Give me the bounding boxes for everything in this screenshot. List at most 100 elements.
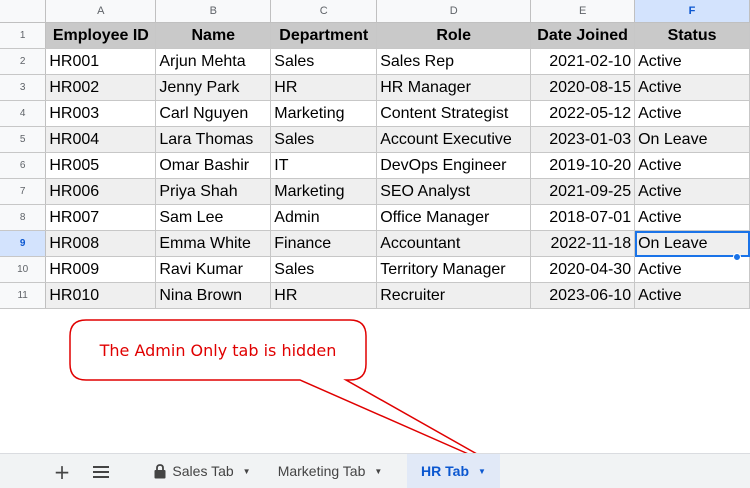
cell-status[interactable]: Active [634,100,750,127]
cell-name[interactable]: Lara Thomas [155,126,272,153]
cell-status[interactable]: On Leave [634,126,750,153]
tab-sales[interactable]: Sales Tab ▼ [139,454,266,488]
row-number[interactable]: 7 [0,178,47,205]
header-cell-employee-id[interactable]: Employee ID [45,22,157,49]
cell-status[interactable]: Active [634,178,750,205]
column-header-a[interactable]: A [45,0,157,23]
cell-department[interactable]: Finance [270,230,378,257]
cell-department[interactable]: IT [270,152,378,179]
cell-name[interactable]: Priya Shah [155,178,272,205]
cell-role[interactable]: DevOps Engineer [376,152,532,179]
cell-date-joined[interactable]: 2020-08-15 [530,74,636,101]
cell-name[interactable]: Nina Brown [155,282,272,309]
row-number[interactable]: 8 [0,204,47,231]
column-header-e[interactable]: E [530,0,636,23]
header-cell-role[interactable]: Role [376,22,532,49]
all-sheets-button[interactable] [89,460,113,484]
cell-department[interactable]: Sales [270,48,378,75]
cell-employee-id[interactable]: HR005 [45,152,157,179]
cell-role[interactable]: Territory Manager [376,256,532,283]
row-number[interactable]: 1 [0,22,47,49]
cell-name[interactable]: Jenny Park [155,74,272,101]
row-number[interactable]: 3 [0,74,47,101]
caret-down-icon[interactable]: ▼ [243,467,251,476]
cell-name[interactable]: Sam Lee [155,204,272,231]
row-number[interactable]: 9 [0,230,47,257]
cell-role[interactable]: Account Executive [376,126,532,153]
column-header-row: A B C D E F [0,0,750,23]
header-row: 1 Employee ID Name Department Role Date … [0,22,750,49]
cell-status[interactable]: Active [634,48,750,75]
cell-date-joined[interactable]: 2020-04-30 [530,256,636,283]
cell-department[interactable]: HR [270,74,378,101]
cell-role[interactable]: Content Strategist [376,100,532,127]
header-cell-department[interactable]: Department [270,22,378,49]
cell-role[interactable]: Accountant [376,230,532,257]
tab-hr[interactable]: HR Tab ▼ [407,454,500,488]
cell-role[interactable]: HR Manager [376,74,532,101]
cell-role[interactable]: Sales Rep [376,48,532,75]
cell-department[interactable]: Admin [270,204,378,231]
row-number[interactable]: 11 [0,282,47,309]
column-header-d[interactable]: D [376,0,532,23]
cell-department[interactable]: Sales [270,126,378,153]
cell-employee-id[interactable]: HR008 [45,230,157,257]
cell-employee-id[interactable]: HR001 [45,48,157,75]
table-row: 4 HR003 Carl Nguyen Marketing Content Strate… [0,100,750,127]
fill-handle[interactable] [733,253,741,261]
column-header-c[interactable]: C [270,0,378,23]
row-number[interactable]: 5 [0,126,47,153]
column-header-f[interactable]: F [634,0,750,23]
row-number[interactable]: 4 [0,100,47,127]
cell-status[interactable]: Active [634,282,750,309]
row-number[interactable]: 6 [0,152,47,179]
cell-date-joined[interactable]: 2023-06-10 [530,282,636,309]
cell-employee-id[interactable]: HR006 [45,178,157,205]
cell-date-joined[interactable]: 2021-09-25 [530,178,636,205]
cell-name[interactable]: Carl Nguyen [155,100,272,127]
cell-status[interactable]: Active [634,152,750,179]
list-icon [93,466,109,478]
cell-department[interactable]: HR [270,282,378,309]
header-cell-date-joined[interactable]: Date Joined [530,22,636,49]
add-sheet-button[interactable]: + [50,460,74,484]
cell-name[interactable]: Omar Bashir [155,152,272,179]
cell-department[interactable]: Marketing [270,178,378,205]
column-header-b[interactable]: B [155,0,272,23]
cell-employee-id[interactable]: HR003 [45,100,157,127]
cell-employee-id[interactable]: HR009 [45,256,157,283]
cell-role[interactable]: Office Manager [376,204,532,231]
header-cell-status[interactable]: Status [634,22,750,49]
cell-employee-id[interactable]: HR007 [45,204,157,231]
table-row: 6 HR005 Omar Bashir IT DevOps Engineer 2019-1… [0,152,750,179]
tab-marketing[interactable]: Marketing Tab ▼ [266,454,394,488]
table-row: 9 HR008 Emma White Finance Accountant 2022-11… [0,230,750,257]
select-all-corner[interactable] [0,0,47,23]
cell-employee-id[interactable]: HR010 [45,282,157,309]
row-number[interactable]: 2 [0,48,47,75]
cell-date-joined[interactable]: 2019-10-20 [530,152,636,179]
cell-name[interactable]: Emma White [155,230,272,257]
cell-role[interactable]: Recruiter [376,282,532,309]
cell-employee-id[interactable]: HR004 [45,126,157,153]
cell-status[interactable]: Active [634,204,750,231]
cell-date-joined[interactable]: 2022-05-12 [530,100,636,127]
cell-date-joined[interactable]: 2021-02-10 [530,48,636,75]
cell-status[interactable]: On Leave [634,230,750,257]
cell-status[interactable]: Active [634,74,750,101]
caret-down-icon[interactable]: ▼ [478,467,486,476]
plus-icon: + [53,460,71,484]
cell-date-joined[interactable]: 2022-11-18 [530,230,636,257]
row-number[interactable]: 10 [0,256,47,283]
cell-date-joined[interactable]: 2023-01-03 [530,126,636,153]
cell-date-joined[interactable]: 2018-07-01 [530,204,636,231]
header-cell-name[interactable]: Name [155,22,272,49]
cell-department[interactable]: Sales [270,256,378,283]
cell-role[interactable]: SEO Analyst [376,178,532,205]
cell-name[interactable]: Ravi Kumar [155,256,272,283]
cell-employee-id[interactable]: HR002 [45,74,157,101]
caret-down-icon[interactable]: ▼ [374,467,382,476]
cell-status[interactable]: Active [634,256,750,283]
cell-department[interactable]: Marketing [270,100,378,127]
cell-name[interactable]: Arjun Mehta [155,48,272,75]
